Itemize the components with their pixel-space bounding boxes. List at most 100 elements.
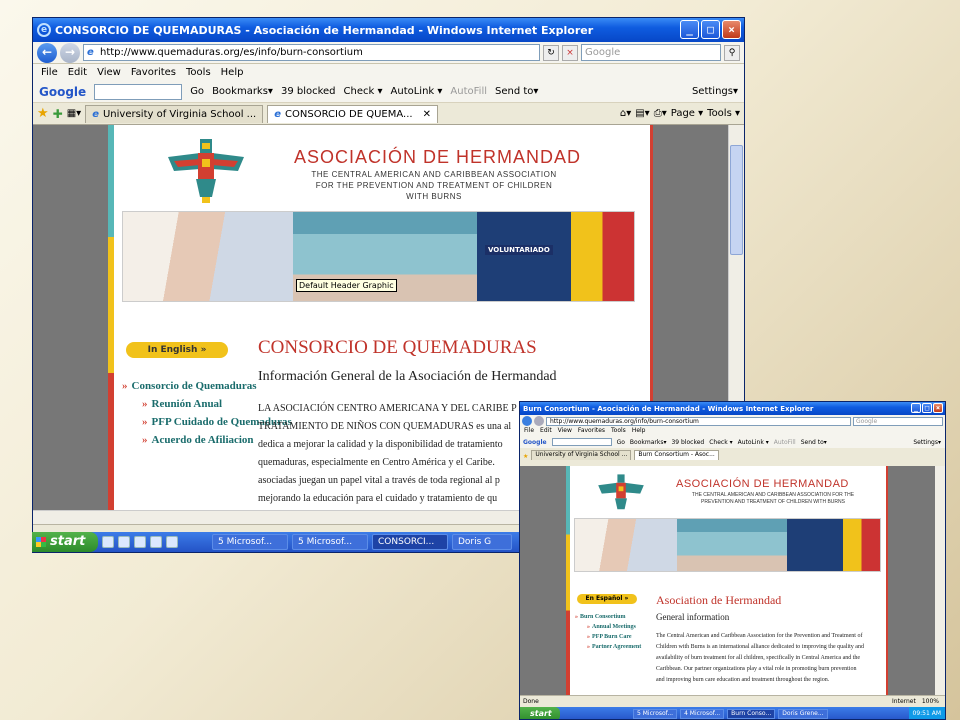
start-button[interactable]: start xyxy=(520,707,560,719)
page-subtitle: General information xyxy=(656,612,730,622)
search-input[interactable]: Google xyxy=(853,416,943,426)
menu-file[interactable]: File xyxy=(41,67,58,78)
search-button[interactable]: ⚲ xyxy=(724,44,740,61)
tab-consorcio[interactable]: e CONSORCIO DE QUEMA... ✕ xyxy=(267,104,438,123)
forward-button[interactable]: → xyxy=(60,42,80,63)
tab-burn-consortium[interactable]: Burn Consortium - Asoc... xyxy=(634,450,719,460)
back-button[interactable]: ← xyxy=(37,42,57,63)
settings-button[interactable]: Settings▾ xyxy=(913,439,941,446)
quicklaunch-desktop-icon[interactable] xyxy=(102,536,114,548)
menu-view[interactable]: View xyxy=(558,427,572,436)
in-english-button[interactable]: In English » xyxy=(126,342,228,358)
feeds-icon[interactable]: ▤▾ xyxy=(635,108,649,119)
forward-button[interactable] xyxy=(534,416,544,426)
go-button[interactable]: Go xyxy=(617,439,625,446)
refresh-button[interactable]: ↻ xyxy=(543,44,559,61)
back-button[interactable] xyxy=(522,416,532,426)
page-menu-button[interactable]: Page ▾ xyxy=(671,108,703,119)
nav-pfp-burn-care[interactable]: » PFP Burn Care xyxy=(575,634,641,641)
menu-view[interactable]: View xyxy=(97,67,121,78)
taskbar: start 5 Microsof... 5 Microsof... CONSOR… xyxy=(32,532,572,552)
favorites-star-icon[interactable]: ★ xyxy=(523,453,528,460)
close-button[interactable]: × xyxy=(722,20,741,39)
menu-help[interactable]: Help xyxy=(632,427,646,436)
close-button[interactable]: × xyxy=(933,403,943,413)
address-bar-row: http://www.quemaduras.org/info/burn-cons… xyxy=(520,415,945,427)
tools-menu-button[interactable]: Tools ▾ xyxy=(707,108,740,119)
en-espanol-button[interactable]: En Español » xyxy=(577,594,637,604)
nav-annual-meetings[interactable]: » Annual Meetings xyxy=(575,624,641,631)
taskbar-item-outlook[interactable]: 5 Microsof... xyxy=(212,534,288,550)
taskbar-item-outlook[interactable]: 5 Microsof... xyxy=(633,709,678,719)
quicklaunch-messenger-icon[interactable] xyxy=(166,536,178,548)
popup-blocked-button[interactable]: 39 blocked xyxy=(281,86,336,97)
popup-blocked-button[interactable]: 39 blocked xyxy=(671,439,704,446)
bookmarks-button[interactable]: Bookmarks▾ xyxy=(630,439,667,446)
zoom-level[interactable]: 100% xyxy=(922,698,939,705)
spellcheck-button[interactable]: Check ▾ xyxy=(709,439,732,446)
google-logo: Google xyxy=(523,438,547,446)
quick-tabs-icon[interactable]: ▦▾ xyxy=(67,108,81,119)
minimize-button[interactable]: _ xyxy=(680,20,699,39)
minimize-button[interactable]: _ xyxy=(911,403,921,413)
taskbar-item-doris[interactable]: Doris Grene... xyxy=(778,709,828,719)
close-tab-icon[interactable]: ✕ xyxy=(423,106,431,123)
status-text: Done xyxy=(523,697,539,705)
menu-file[interactable]: File xyxy=(524,427,534,436)
favorites-star-icon[interactable]: ★ xyxy=(37,106,49,121)
tab-bar: ★ ✚ ▦▾ e University of Virginia School ..… xyxy=(33,103,744,125)
menu-edit[interactable]: Edit xyxy=(540,427,552,436)
nav-burn-consortium[interactable]: » Burn Consortium xyxy=(575,614,641,621)
org-subtitle: THE CENTRAL AMERICAN AND CARIBBEAN ASSOC… xyxy=(311,170,557,201)
quicklaunch-ie-icon[interactable] xyxy=(118,536,130,548)
menu-edit[interactable]: Edit xyxy=(68,67,87,78)
home-icon[interactable]: ⌂▾ xyxy=(620,108,631,119)
taskbar-item-doris[interactable]: Doris G xyxy=(452,534,512,550)
taskbar-item-consorcio[interactable]: CONSORCI... xyxy=(372,534,448,550)
menu-favorites[interactable]: Favorites xyxy=(578,427,605,436)
bird-logo-icon xyxy=(168,139,244,203)
taskbar-item-burn-consortium[interactable]: Burn Conso... xyxy=(727,709,776,719)
taskbar-item-word[interactable]: 4 Microsof... xyxy=(680,709,725,719)
ie-logo-icon: e xyxy=(37,23,51,37)
page-title: CONSORCIO DE QUEMADURAS xyxy=(258,337,537,358)
menu-tools[interactable]: Tools xyxy=(186,67,211,78)
autofill-button[interactable]: AutoFill xyxy=(774,439,796,446)
nav-partner-agreement[interactable]: » Partner Agreement xyxy=(575,644,641,651)
send-to-button[interactable]: Send to▾ xyxy=(495,86,538,97)
start-button[interactable]: start xyxy=(32,532,98,552)
ie-page-icon: e xyxy=(274,108,282,120)
send-to-button[interactable]: Send to▾ xyxy=(801,439,827,446)
maximize-button[interactable]: □ xyxy=(922,403,932,413)
autofill-button[interactable]: AutoFill xyxy=(450,86,487,97)
tab-university-virginia[interactable]: e University of Virginia School ... xyxy=(85,104,264,123)
address-bar-row: ← → http://www.quemaduras.org/es/info/bu… xyxy=(33,42,744,64)
menu-favorites[interactable]: Favorites xyxy=(131,67,176,78)
address-input[interactable]: http://www.quemaduras.org/info/burn-cons… xyxy=(546,416,851,426)
menu-tools[interactable]: Tools xyxy=(611,427,626,436)
address-input[interactable]: http://www.quemaduras.org/es/info/burn-c… xyxy=(83,44,540,61)
google-search-combo[interactable] xyxy=(551,438,612,446)
print-icon[interactable]: ⎙▾ xyxy=(654,108,667,119)
quicklaunch-app-icon[interactable] xyxy=(134,536,146,548)
bookmarks-button[interactable]: Bookmarks▾ xyxy=(212,86,273,97)
maximize-button[interactable]: □ xyxy=(701,20,720,39)
add-favorite-icon[interactable]: ✚ xyxy=(53,107,63,121)
menu-help[interactable]: Help xyxy=(221,67,244,78)
quicklaunch-word-icon[interactable] xyxy=(150,536,162,548)
tab-university-virginia[interactable]: University of Virginia School ... xyxy=(531,450,632,460)
settings-button[interactable]: Settings▾ xyxy=(692,86,738,97)
autolink-button[interactable]: AutoLink ▾ xyxy=(391,86,443,97)
taskbar-item-word[interactable]: 5 Microsof... xyxy=(292,534,368,550)
scroll-thumb[interactable] xyxy=(730,145,743,255)
google-search-combo[interactable] xyxy=(94,83,183,100)
sidebar-nav: » Burn Consortium » Annual Meetings » PFP B… xyxy=(575,614,641,654)
spellcheck-button[interactable]: Check ▾ xyxy=(344,86,383,97)
window-title: CONSORCIO DE QUEMADURAS - Asociación de … xyxy=(55,23,594,37)
autolink-button[interactable]: AutoLink ▾ xyxy=(738,439,769,446)
stop-button[interactable]: × xyxy=(562,44,578,61)
search-input[interactable]: Google xyxy=(581,44,721,61)
go-button[interactable]: Go xyxy=(190,86,204,97)
vertical-scrollbar[interactable] xyxy=(935,466,945,695)
page-subtitle: Información General de la Asociación de … xyxy=(258,369,557,384)
